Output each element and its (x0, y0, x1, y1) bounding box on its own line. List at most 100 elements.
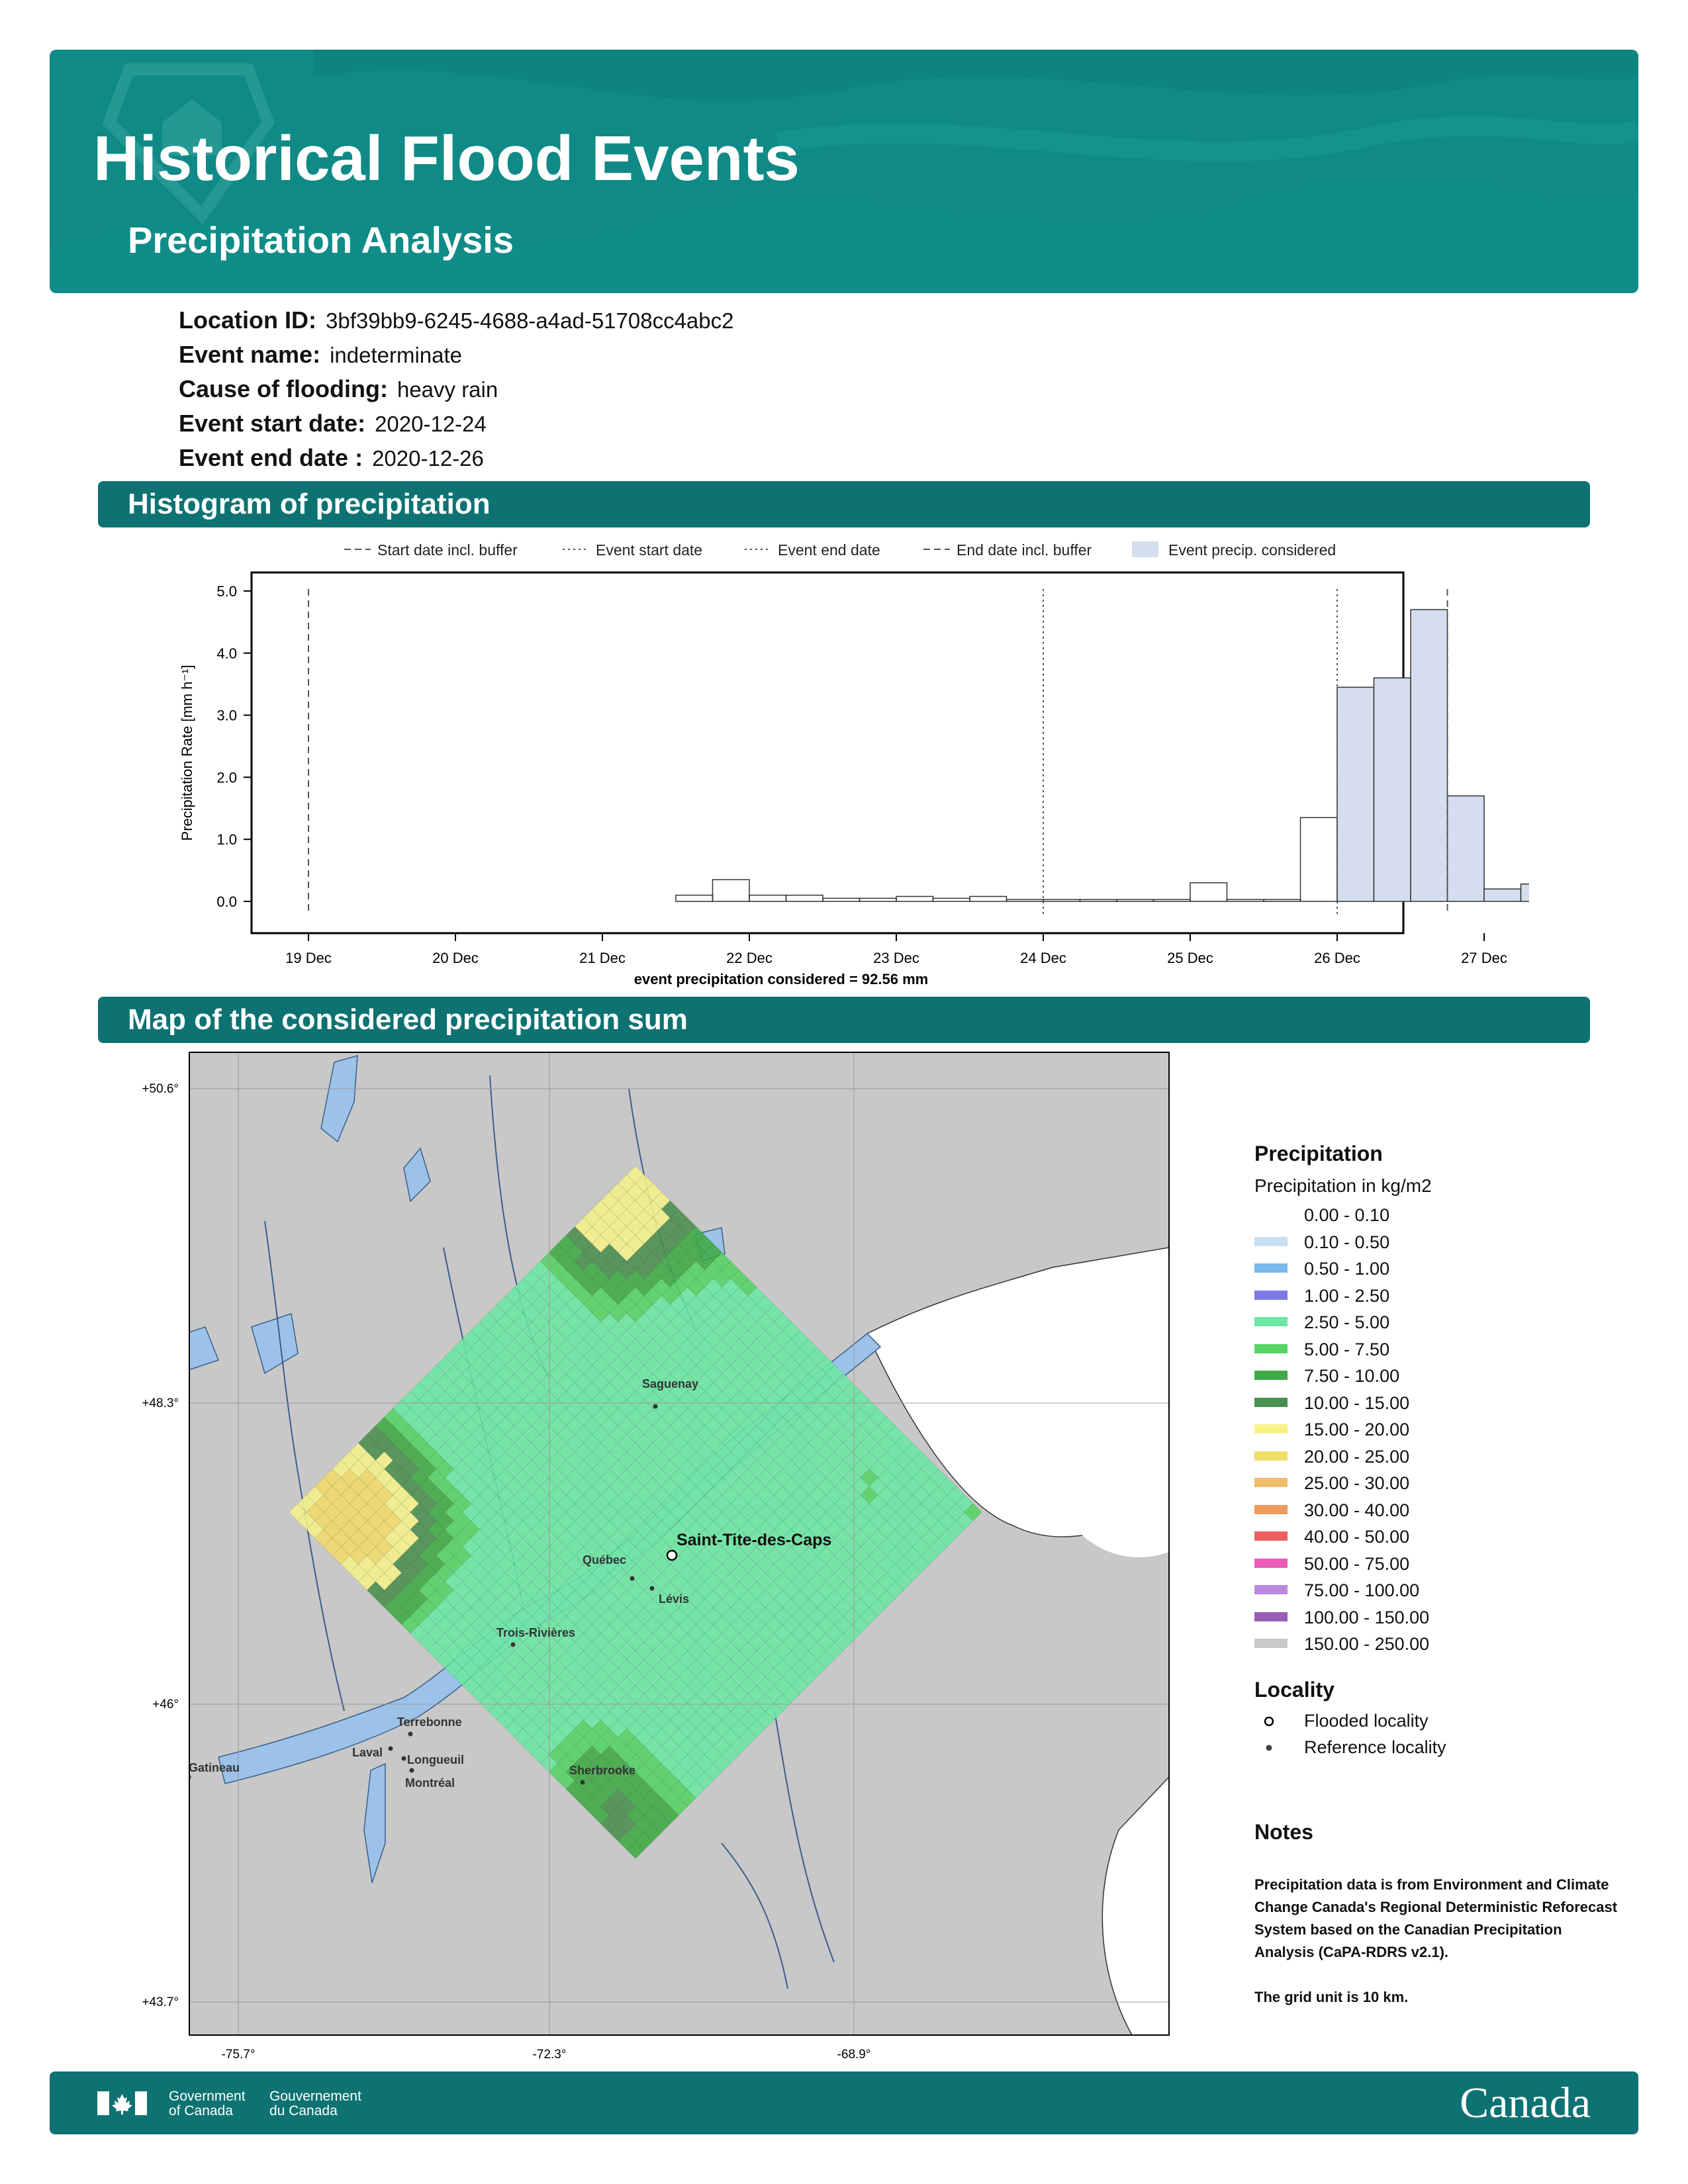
legend-entry: Event end date (778, 541, 880, 559)
legend-item: 40.00 - 50.00 (1254, 1524, 1446, 1551)
legend-item: 10.00 - 15.00 (1254, 1390, 1446, 1417)
legend-item-label: 0.50 - 1.00 (1304, 1259, 1390, 1279)
legend-flooded-locality: Flooded locality (1254, 1707, 1446, 1734)
legend-item-label: 5.00 - 7.50 (1304, 1339, 1390, 1359)
legend-swatch (1254, 1397, 1288, 1407)
city-label: Laval (352, 1746, 383, 1759)
notes-title: Notes (1254, 1820, 1313, 1844)
y-tick-label: 1.0 (216, 831, 237, 848)
precipitation-histogram: Start date incl. buffer Event start date E… (179, 541, 1529, 987)
legend-item: 15.00 - 20.00 (1254, 1416, 1446, 1443)
histogram-bar (859, 897, 897, 902)
histogram-bar (1336, 686, 1375, 902)
longitude-label: -68.9° (837, 2048, 871, 2062)
flooded-locality-label: Saint-Tite-des-Caps (677, 1531, 831, 1549)
histogram-bar (1373, 677, 1411, 902)
x-tick-label: 26 Dec (1314, 950, 1360, 966)
legend-item-label: 10.00 - 15.00 (1304, 1392, 1410, 1413)
location-id-row: Location ID: 3bf39bb9-6245-4688-a4ad-5170… (179, 306, 734, 334)
legend-item: 0.50 - 1.00 (1254, 1255, 1446, 1283)
reference-locality-marker (408, 1731, 413, 1737)
reference-locality-marker (510, 1642, 516, 1647)
legend-item-label: 0.00 - 0.10 (1304, 1205, 1390, 1225)
start-date-row: Event start date: 2020-12-24 (179, 410, 487, 437)
map-section-header: Map of the considered precipitation sum (98, 997, 1590, 1043)
x-tick-label: 19 Dec (285, 950, 332, 966)
histogram-bar (749, 894, 787, 902)
histogram-bar (1043, 899, 1081, 902)
legend-swatch (1254, 1317, 1288, 1326)
legend-subtitle: Precipitation in kg/m2 (1254, 1175, 1432, 1196)
histogram-bar (675, 894, 714, 902)
legend-item-label: 1.00 - 2.50 (1304, 1285, 1390, 1306)
legend-item-label: 50.00 - 75.00 (1304, 1553, 1410, 1574)
government-of-canada-en: Government of Canada (169, 2089, 246, 2118)
page-subtitle: Precipitation Analysis (128, 219, 514, 261)
legend-swatch (1254, 1290, 1288, 1300)
x-tick-label: 27 Dec (1461, 950, 1507, 966)
latitude-label: +50.6° (142, 1082, 179, 1096)
histogram-bar (1446, 795, 1485, 902)
histogram-bar (1116, 899, 1154, 902)
reference-locality-marker (401, 1756, 406, 1761)
city-label: Montréal (405, 1776, 455, 1790)
legend-title: Precipitation (1254, 1142, 1383, 1165)
legend-item: 0.00 - 0.10 (1254, 1202, 1446, 1229)
legend-item-label: 15.00 - 20.00 (1304, 1420, 1410, 1439)
map-legend: Precipitation Precipitation in kg/m2 0.0… (1254, 1142, 1446, 1760)
histogram-bar (1006, 899, 1044, 902)
legend-swatch (1254, 1210, 1288, 1219)
event-name-row: Event name: indeterminate (179, 341, 463, 368)
y-axis-label: Precipitation Rate [mm h⁻¹] (179, 665, 195, 841)
legend-swatch (1254, 1263, 1288, 1273)
start-date-value: 2020-12-24 (375, 412, 487, 436)
reference-locality-marker (630, 1576, 635, 1581)
legend-swatch (1254, 1585, 1288, 1594)
page-title: Historical Flood Events (93, 123, 800, 194)
legend-item: 100.00 - 150.00 (1254, 1604, 1446, 1631)
footer: Government of Canada Gouvernement du Canad… (50, 2071, 1638, 2134)
legend-entry: Start date incl. buffer (377, 541, 518, 559)
reference-locality-marker (409, 1768, 414, 1773)
city-label: Lévis (659, 1592, 689, 1606)
legend-item: 7.50 - 10.00 (1254, 1363, 1446, 1390)
legend-swatch (1254, 1639, 1288, 1648)
longitude-label: -75.7° (222, 2048, 256, 2062)
x-tick-label: 22 Dec (726, 950, 773, 966)
x-tick-label: 24 Dec (1020, 950, 1066, 966)
legend-item-label: 150.00 - 250.00 (1304, 1634, 1430, 1654)
legend-swatch (1254, 1343, 1288, 1353)
precipitation-map: Saguenay Québec Lévis Trois-Rivières Terrebo… (142, 1052, 1170, 2062)
histogram-bar (1190, 882, 1228, 902)
city-label: Longueuil (407, 1753, 464, 1766)
legend-item: 75.00 - 100.00 (1254, 1577, 1446, 1604)
city-label: Sherbrooke (569, 1764, 635, 1777)
end-date-value: 2020-12-26 (372, 446, 484, 471)
event-name-value: indeterminate (330, 343, 463, 367)
histogram-bar (1299, 817, 1338, 902)
city-label: Québec (583, 1553, 626, 1567)
legend-item-label: 0.10 - 0.50 (1304, 1232, 1390, 1252)
flooded-marker-icon (1264, 1716, 1274, 1726)
legend-entry: Event precip. considered (1168, 541, 1336, 559)
legend-item-label: 40.00 - 50.00 (1304, 1527, 1410, 1547)
legend-item: 5.00 - 7.50 (1254, 1336, 1446, 1363)
y-tick-label: 0.0 (216, 893, 237, 910)
locality-title: Locality (1254, 1677, 1335, 1702)
legend-item: 150.00 - 250.00 (1254, 1631, 1446, 1658)
city-label: Terrebonne (397, 1715, 462, 1729)
histogram-bar (896, 895, 934, 902)
x-axis-label: event precipitation considered = 92.56 m… (634, 971, 928, 987)
notes-text: Precipitation data is from Environment a… (1254, 1876, 1618, 1960)
legend-item-label: 25.00 - 30.00 (1304, 1473, 1410, 1493)
reference-marker-icon (1266, 1745, 1272, 1751)
end-date-row: Event end date :2020-12-26 (179, 444, 484, 471)
legend-item-label: 100.00 - 150.00 (1304, 1607, 1430, 1627)
histogram-section-header: Histogram of precipitation (98, 481, 1590, 527)
histogram-bar (1410, 609, 1448, 902)
legend-item: 1.00 - 2.50 (1254, 1283, 1446, 1310)
legend-swatch (1254, 1612, 1288, 1621)
event-metadata: Location ID: 3bf39bb9-6245-4688-a4ad-5170… (179, 303, 734, 475)
cause-row: Cause of flooding: heavy rain (179, 375, 498, 402)
legend-swatch (1254, 1558, 1288, 1568)
